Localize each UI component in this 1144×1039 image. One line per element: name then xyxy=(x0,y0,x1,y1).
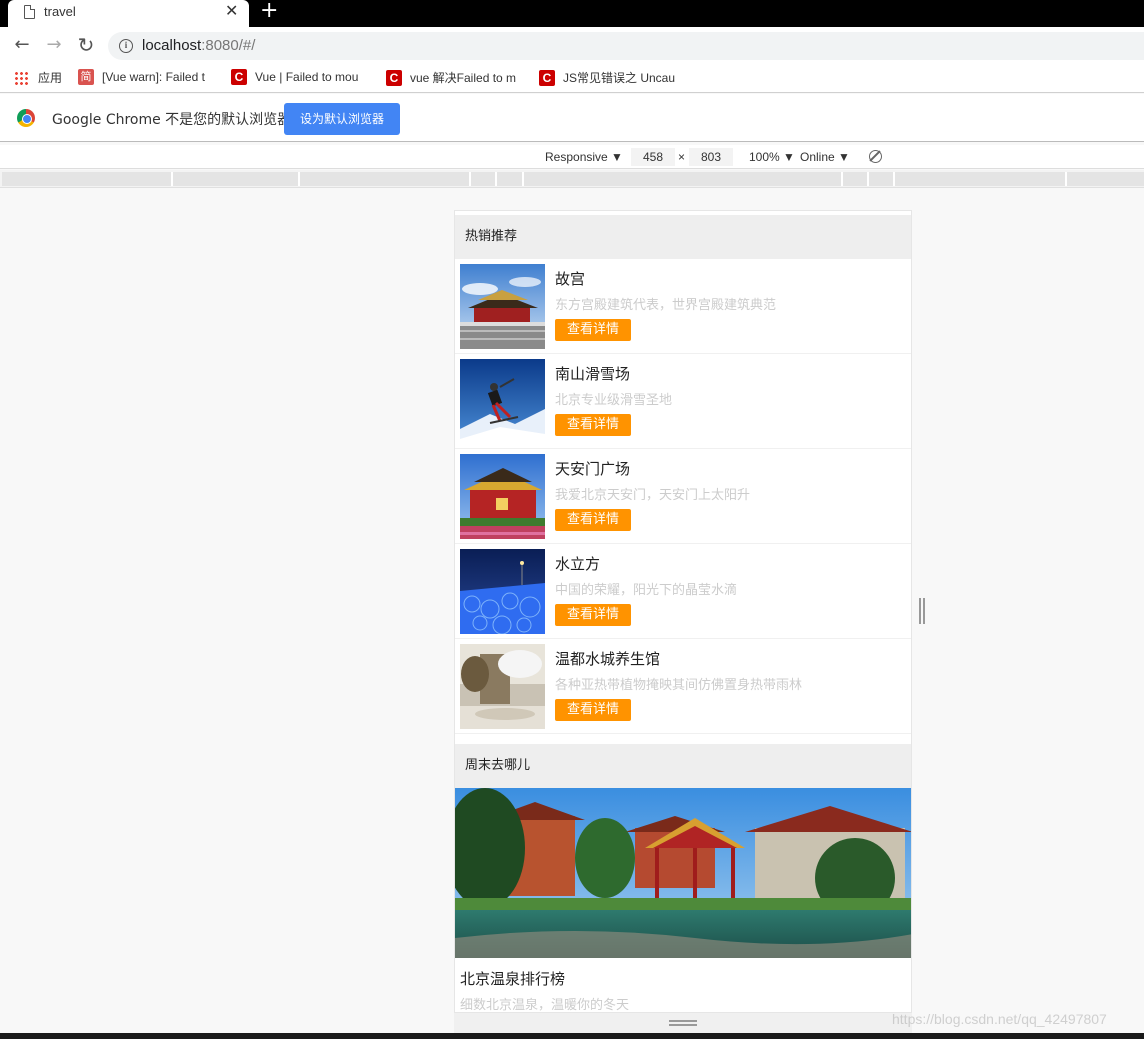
item-description: 东方宫殿建筑代表，世界宫殿建筑典范 xyxy=(555,298,777,313)
set-default-browser-button[interactable]: 设为默认浏览器 xyxy=(284,103,400,135)
tab-strip: travel ✕ + xyxy=(0,0,1144,27)
viewport-width-input[interactable]: 458 xyxy=(631,148,675,166)
media-query-segment[interactable] xyxy=(843,172,869,186)
list-item[interactable]: 水立方 中国的荣耀，阳光下的晶莹水滴 查看详情 xyxy=(455,544,911,639)
list-item[interactable]: 天安门广场 我爱北京天安门，天安门上太阳升 查看详情 xyxy=(455,449,911,544)
apps-icon xyxy=(14,70,28,85)
media-query-bar[interactable] xyxy=(0,170,1144,188)
url-text[interactable]: localhost:8080/#/ xyxy=(142,37,255,54)
weekend-item-title: 北京温泉排行榜 xyxy=(460,970,566,988)
browser-toolbar: ← → ↻ i localhost:8080/#/ xyxy=(0,27,1144,63)
view-details-button[interactable]: 查看详情 xyxy=(555,509,631,531)
item-image xyxy=(460,549,545,634)
bookmark-vue-failed[interactable]: C Vue | Failed to mou xyxy=(231,69,367,87)
hot-recommend-title: 热销推荐 xyxy=(455,215,911,259)
tab-travel[interactable]: travel ✕ xyxy=(8,0,249,27)
item-image xyxy=(460,454,545,539)
item-title: 水立方 xyxy=(555,555,601,573)
rotate-icon[interactable] xyxy=(869,150,882,163)
media-query-segment[interactable] xyxy=(300,172,471,186)
chrome-logo-icon xyxy=(17,109,35,127)
weekend-item-description: 细数北京温泉，温暖你的冬天 xyxy=(460,998,630,1013)
item-description: 中国的荣耀，阳光下的晶莹水滴 xyxy=(555,583,738,598)
item-title: 温都水城养生馆 xyxy=(555,650,661,668)
reload-icon[interactable]: ↻ xyxy=(74,33,98,57)
grip-icon xyxy=(669,1020,697,1026)
forward-icon[interactable]: → xyxy=(42,33,66,57)
list-item[interactable]: 故宫 东方宫殿建筑代表，世界宫殿建筑典范 查看详情 xyxy=(455,259,911,354)
weekend-image[interactable] xyxy=(455,788,911,958)
csdn-icon: C xyxy=(231,69,247,85)
item-description: 各种亚热带植物掩映其间仿佛置身热带雨林 xyxy=(555,678,803,693)
bookmarks-bar: 应用 简 [Vue warn]: Failed t C Vue | Failed t… xyxy=(0,63,1144,93)
media-query-segment[interactable] xyxy=(173,172,300,186)
info-icon[interactable]: i xyxy=(119,39,133,53)
item-title: 南山滑雪场 xyxy=(555,365,631,383)
item-title: 天安门广场 xyxy=(555,460,631,478)
device-toolbar: Responsive ▼ 458 × 803 100% ▼ Online ▼ xyxy=(0,145,1144,169)
media-query-segment[interactable] xyxy=(471,172,497,186)
item-description: 北京专业级滑雪圣地 xyxy=(555,393,673,408)
media-query-segment[interactable] xyxy=(869,172,895,186)
close-tab-icon[interactable]: ✕ xyxy=(225,2,238,20)
times-sign: × xyxy=(678,150,686,164)
media-query-segment[interactable] xyxy=(497,172,524,186)
mobile-viewport: 热销推荐 故宫 东方宫殿建筑代表，世界宫殿建筑典范 查看详情 南山滑雪场 北京专… xyxy=(454,210,912,1013)
viewport-height-input[interactable]: 803 xyxy=(689,148,733,166)
infobar-message: Google Chrome 不是您的默认浏览器 xyxy=(52,112,292,128)
new-tab-icon[interactable]: + xyxy=(260,0,278,22)
item-title: 故宫 xyxy=(555,270,586,288)
device-mode-select[interactable]: Responsive ▼ xyxy=(545,150,623,164)
view-details-button[interactable]: 查看详情 xyxy=(555,319,631,341)
bookmark-js-errors[interactable]: C JS常见错误之 Uncau xyxy=(539,69,677,87)
resize-handle-bottom[interactable] xyxy=(454,1013,912,1033)
item-description: 我爱北京天安门，天安门上太阳升 xyxy=(555,488,751,503)
bookmark-vue-warn[interactable]: 简 [Vue warn]: Failed t xyxy=(78,69,214,87)
watermark: https://blog.csdn.net/qq_42497807 xyxy=(892,1011,1107,1027)
media-query-segment[interactable] xyxy=(2,172,173,186)
address-bar[interactable]: i localhost:8080/#/ xyxy=(108,32,1144,60)
media-query-segment[interactable] xyxy=(895,172,1067,186)
zoom-select[interactable]: 100% ▼ xyxy=(749,150,795,164)
view-details-button[interactable]: 查看详情 xyxy=(555,604,631,626)
list-item[interactable]: 温都水城养生馆 各种亚热带植物掩映其间仿佛置身热带雨林 查看详情 xyxy=(455,639,911,734)
view-details-button[interactable]: 查看详情 xyxy=(555,414,631,436)
media-query-segment[interactable] xyxy=(1067,172,1144,186)
tab-title: travel xyxy=(44,4,76,19)
item-image xyxy=(460,264,545,349)
bookmark-vue-solve[interactable]: Cvue 解决Failed to m xyxy=(386,69,522,87)
csdn-icon: C xyxy=(386,69,402,86)
csdn-icon: C xyxy=(539,69,555,86)
list-item[interactable]: 南山滑雪场 北京专业级滑雪圣地 查看详情 xyxy=(455,354,911,449)
view-details-button[interactable]: 查看详情 xyxy=(555,699,631,721)
item-image xyxy=(460,359,545,444)
weekend-title: 周末去哪儿 xyxy=(455,744,911,788)
network-select[interactable]: Online ▼ xyxy=(800,150,850,164)
item-image xyxy=(460,644,545,729)
resize-handle-right[interactable] xyxy=(919,598,925,624)
default-browser-infobar: Google Chrome 不是您的默认浏览器 设为默认浏览器 xyxy=(0,94,1144,142)
media-query-segment[interactable] xyxy=(524,172,843,186)
bookmark-apps[interactable]: 应用 xyxy=(14,69,74,87)
page-icon xyxy=(24,5,35,19)
jian-icon: 简 xyxy=(78,69,94,85)
back-icon[interactable]: ← xyxy=(10,33,34,57)
taskbar xyxy=(0,1033,1144,1039)
